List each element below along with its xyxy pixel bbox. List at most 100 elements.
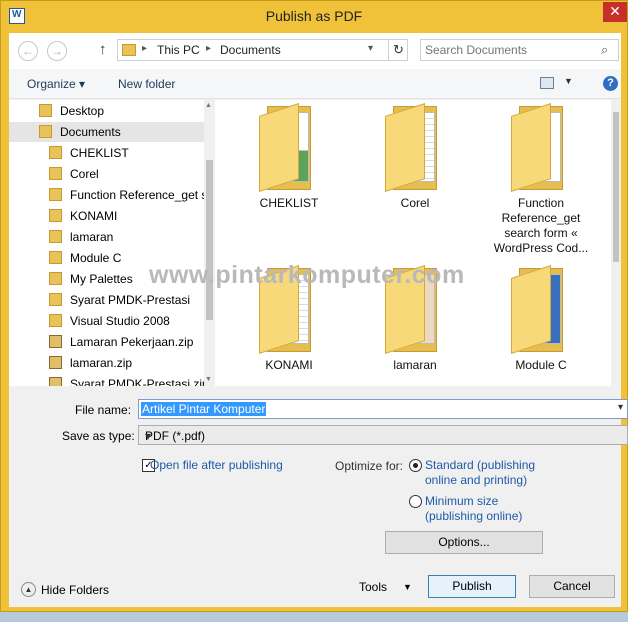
address-dropdown-icon[interactable]: ▾ — [368, 43, 373, 54]
tools-label: Tools — [359, 580, 388, 594]
tree-item-label: Documents — [60, 125, 121, 139]
folder-icon — [511, 264, 571, 354]
file-scrollbar-thumb[interactable] — [613, 112, 619, 262]
folder-tile[interactable]: CHEKLIST — [230, 102, 348, 211]
view-options-dropdown-icon[interactable]: ▼ — [564, 76, 573, 86]
organize-button[interactable]: Organize ▾ — [27, 77, 85, 91]
open-after-publishing-label[interactable]: Open file after publishing — [150, 458, 283, 473]
folder-icon — [49, 146, 62, 159]
tree-item[interactable]: Desktop — [9, 101, 204, 121]
title-bar: Publish as PDF ✕ — [1, 1, 627, 33]
file-list: CHEKLIST Corel Function Reference_get sear… — [215, 100, 611, 386]
file-list-scrollbar[interactable] — [611, 100, 621, 386]
tools-menu-button[interactable]: Tools ▼ — [359, 580, 412, 594]
back-button[interactable]: ← — [18, 41, 38, 61]
folder-tile-label: Corel — [400, 196, 430, 210]
folder-icon — [49, 272, 62, 285]
folder-icon — [49, 188, 62, 201]
optimize-standard-label-2[interactable]: online and printing) — [425, 473, 527, 488]
tree-item[interactable]: Syarat PMDK-Prestasi — [9, 290, 204, 310]
tree-item-label: Corel — [70, 167, 99, 181]
save-as-type-label: Save as type: — [62, 429, 135, 443]
folder-tile-label: lamaran — [393, 358, 437, 372]
tree-item[interactable]: KONAMI — [9, 206, 204, 226]
folder-icon — [122, 44, 136, 56]
folder-icon — [39, 104, 52, 117]
save-as-type-select[interactable]: PDF (*.pdf) ▾ — [138, 425, 628, 445]
save-type-dropdown-icon[interactable]: ▾ — [145, 429, 623, 443]
optimize-minimum-label-1[interactable]: Minimum size — [425, 494, 498, 509]
tree-item-label: Function Reference_get s — [70, 188, 204, 202]
tools-dropdown-icon: ▼ — [403, 582, 412, 592]
cancel-button[interactable]: Cancel — [529, 575, 615, 598]
tree-item-label: lamaran.zip — [70, 356, 133, 370]
dialog-title: Publish as PDF — [265, 8, 363, 24]
folder-tile[interactable]: Corel — [356, 102, 474, 211]
folder-icon — [49, 230, 62, 243]
tree-item-label: lamaran — [70, 230, 114, 244]
tree-item-label: Desktop — [60, 104, 105, 118]
tree-item[interactable]: Documents — [9, 122, 204, 142]
folder-tile[interactable]: Function Reference_get search form « Wor… — [482, 102, 600, 256]
options-button[interactable]: Options... — [385, 531, 543, 554]
collapse-icon: ▲ — [21, 582, 36, 597]
folder-tile[interactable]: Module C — [482, 264, 600, 373]
tree-item[interactable]: Corel — [9, 164, 204, 184]
breadcrumb-separator-icon: ▸ — [206, 43, 212, 54]
folder-icon — [511, 102, 571, 192]
tree-item-label: Syarat PMDK-Prestasi.zip — [70, 377, 204, 386]
change-view-icon[interactable] — [540, 77, 554, 89]
optimize-minimum-radio[interactable] — [409, 495, 422, 508]
up-button[interactable]: ↑ — [99, 41, 107, 58]
optimize-minimum-label-2[interactable]: (publishing online) — [425, 509, 522, 524]
navigation-bar: ← → ↑ ▸ This PC ▸ Documents ▾ ↻ ⌕ — [9, 33, 621, 69]
refresh-button[interactable]: ↻ — [388, 40, 408, 60]
close-button[interactable]: ✕ — [603, 2, 627, 22]
file-name-dropdown-icon[interactable]: ▾ — [618, 402, 623, 413]
folder-tile-label: Module C — [515, 358, 567, 372]
tree-item[interactable]: lamaran — [9, 227, 204, 247]
tree-item-label: My Palettes — [70, 272, 133, 286]
folder-tile-label: Function Reference_get search form « Wor… — [493, 196, 589, 255]
scroll-down-icon[interactable]: ▼ — [205, 376, 212, 383]
folder-icon — [39, 125, 52, 138]
file-name-input[interactable]: Artikel Pintar Komputer ▾ — [138, 399, 628, 419]
tree-item[interactable]: Function Reference_get s — [9, 185, 204, 205]
folder-tile-label: CHEKLIST — [259, 196, 319, 210]
tree-item-label: Module C — [70, 251, 122, 265]
tree-item[interactable]: Lamaran Pekerjaan.zip — [9, 332, 204, 352]
new-folder-button[interactable]: New folder — [118, 77, 175, 91]
tree-item[interactable]: lamaran.zip — [9, 353, 204, 373]
tree-scrollbar-thumb[interactable] — [206, 160, 213, 320]
search-input[interactable] — [425, 42, 595, 58]
folder-tile-label: KONAMI — [265, 358, 313, 372]
breadcrumb-this-pc[interactable]: This PC — [157, 43, 200, 57]
tree-item-label: KONAMI — [70, 209, 118, 223]
tree-item[interactable]: CHEKLIST — [9, 143, 204, 163]
folder-icon — [259, 102, 319, 192]
tree-item[interactable]: Syarat PMDK-Prestasi.zip — [9, 374, 204, 386]
file-name-label: File name: — [75, 403, 132, 417]
folder-icon — [49, 167, 62, 180]
folder-icon — [49, 251, 62, 264]
tree-item-label: CHEKLIST — [70, 146, 129, 160]
folder-icon — [385, 102, 445, 192]
tree-item-label: Lamaran Pekerjaan.zip — [70, 335, 194, 349]
tree-item[interactable]: Visual Studio 2008 — [9, 311, 204, 331]
search-box[interactable]: ⌕ — [420, 39, 619, 61]
help-icon[interactable]: ? — [603, 76, 618, 91]
file-name-value: Artikel Pintar Komputer — [141, 402, 267, 416]
tree-item-label: Syarat PMDK-Prestasi — [70, 293, 191, 307]
tree-scrollbar[interactable]: ▲ ▼ — [204, 100, 215, 386]
forward-button[interactable]: → — [47, 41, 67, 61]
address-bar[interactable]: ▸ This PC ▸ Documents ▾ ↻ — [117, 39, 408, 61]
command-toolbar: Organize ▾ New folder ▼ ? — [9, 69, 621, 99]
navigation-tree: Desktop Documents CHEKLIST Corel Function Re… — [9, 100, 215, 386]
breadcrumb-documents[interactable]: Documents — [220, 43, 281, 57]
publish-dialog: Publish as PDF ✕ ← → ↑ ▸ This PC ▸ Docum… — [0, 0, 628, 612]
publish-button[interactable]: Publish — [428, 575, 516, 598]
scroll-up-icon[interactable]: ▲ — [205, 102, 212, 109]
optimize-standard-radio[interactable] — [409, 459, 422, 472]
folder-icon — [49, 293, 62, 306]
optimize-standard-label-1[interactable]: Standard (publishing — [425, 458, 535, 473]
